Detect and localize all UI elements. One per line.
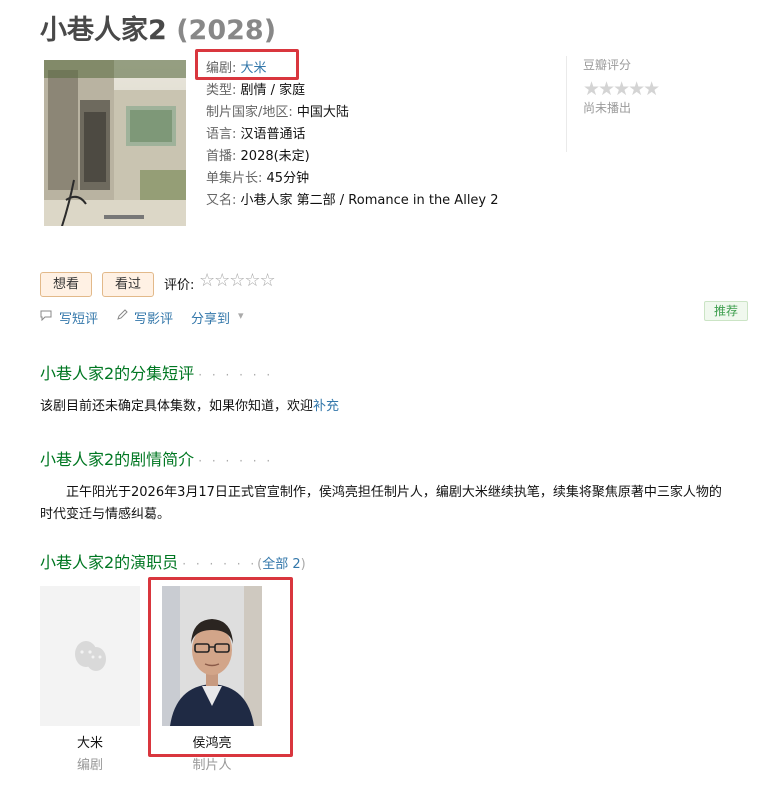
cast-name-0[interactable]: 大米 — [40, 732, 140, 751]
country-row: 制片国家/地区: 中国大陆 — [206, 102, 499, 124]
episodes-body: 该剧目前还未确定具体集数，如果你知道，欢迎 — [40, 399, 314, 414]
country-label: 制片国家/地区: — [206, 105, 293, 120]
runtime-row: 单集片长: 45分钟 — [206, 168, 499, 190]
country-value: 中国大陆 — [296, 105, 349, 120]
synopsis-section-title: 小巷人家2的剧情简介 · · · · · · — [40, 446, 273, 470]
poster-image[interactable] — [44, 60, 186, 226]
premiere-row: 首播: 2028(未定) — [206, 146, 499, 168]
runtime-value: 45分钟 — [266, 171, 310, 186]
rate-label: 评价: — [164, 278, 195, 293]
cast-paren-close: ) — [300, 557, 306, 572]
genre-row: 类型: 剧情 / 家庭 — [206, 80, 499, 102]
language-value: 汉语普通话 — [240, 127, 306, 142]
rating-panel: 豆瓣评分 ★★★★★ 尚未播出 — [566, 56, 676, 152]
synopsis-line-1: 正午阳光于2026年3月17日正式官宣制作，侯鸿亮担任制片人，编剧大米继续执笔，… — [66, 485, 722, 500]
theater-masks-icon — [75, 641, 106, 671]
rating-status: 尚未播出 — [583, 101, 632, 115]
want-button[interactable]: 想看 — [40, 272, 92, 297]
rating-stars-icon: ★★★★★ — [583, 78, 660, 100]
genre-label: 类型: — [206, 83, 237, 98]
pencil-icon — [116, 309, 128, 324]
cast-dots: · · · · · · — [182, 557, 258, 571]
short-review-link[interactable]: 写短评 — [59, 308, 98, 327]
comment-icon — [40, 309, 52, 324]
title-year: (2028) — [176, 15, 277, 46]
language-row: 语言: 汉语普通话 — [206, 124, 499, 146]
page-title: 小巷人家2 (2028) — [40, 8, 276, 47]
watched-button[interactable]: 看过 — [102, 272, 154, 297]
cast-title-text: 小巷人家2的演职员 — [40, 553, 179, 572]
episodes-section-title: 小巷人家2的分集短评 · · · · · · — [40, 360, 273, 384]
premiere-label: 首播: — [206, 149, 237, 164]
writer-highlight-box — [195, 49, 299, 80]
cast-all-link[interactable]: 全部 2 — [262, 557, 300, 572]
runtime-label: 单集片长: — [206, 171, 263, 186]
cast-card-writer[interactable] — [40, 586, 140, 726]
recommend-button[interactable]: 推荐 — [704, 301, 748, 321]
synopsis-line-2: 时代变迁与情感纠葛。 — [40, 507, 171, 522]
info-block: 编剧: 大米 类型: 剧情 / 家庭 制片国家/地区: 中国大陆 语言: 汉语普… — [206, 58, 499, 212]
aka-value: 小巷人家 第二部 / Romance in the Alley 2 — [240, 193, 499, 208]
title-text: 小巷人家2 — [40, 15, 167, 46]
review-link[interactable]: 写影评 — [134, 308, 173, 327]
synopsis-dots: · · · · · · — [198, 454, 274, 468]
share-link[interactable]: 分享到 — [191, 308, 230, 327]
language-label: 语言: — [206, 127, 237, 142]
rating-label: 豆瓣评分 — [583, 58, 632, 72]
episodes-dots: · · · · · · — [198, 368, 274, 382]
aka-row: 又名: 小巷人家 第二部 / Romance in the Alley 2 — [206, 190, 499, 212]
cast-section-title: 小巷人家2的演职员 · · · · · ·(全部 2) — [40, 549, 306, 573]
episodes-text: 该剧目前还未确定具体集数，如果你知道，欢迎补充 — [40, 396, 339, 418]
episodes-title-text: 小巷人家2的分集短评 — [40, 364, 195, 383]
synopsis-text: 正午阳光于2026年3月17日正式官宣制作，侯鸿亮担任制片人，编剧大米继续执笔，… — [40, 482, 756, 526]
rate-stars-input[interactable]: ☆☆☆☆☆ — [199, 270, 276, 291]
synopsis-title-text: 小巷人家2的剧情简介 — [40, 450, 195, 469]
genre-value: 剧情 / 家庭 — [240, 83, 306, 98]
cast-role-0: 编剧 — [76, 758, 103, 773]
add-info-link[interactable]: 补充 — [313, 399, 339, 414]
aka-label: 又名: — [206, 193, 237, 208]
chevron-down-icon: ▾ — [238, 309, 244, 322]
producer-highlight-box — [148, 577, 293, 757]
premiere-value: 2028(未定) — [240, 149, 310, 164]
